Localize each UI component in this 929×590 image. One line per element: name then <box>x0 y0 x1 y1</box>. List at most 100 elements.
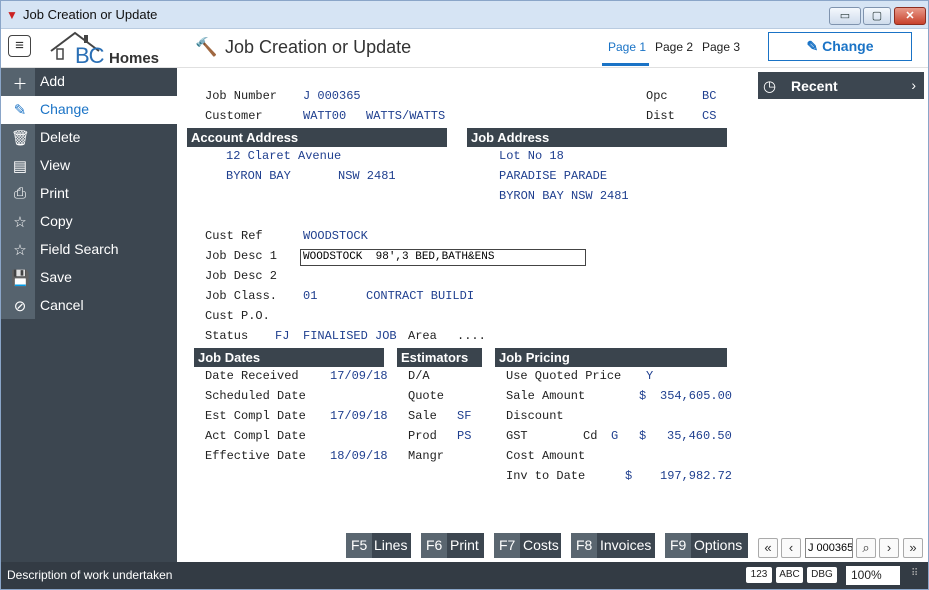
plus-icon: ＋ <box>12 76 28 93</box>
sale-amount-currency: $ <box>639 389 647 403</box>
first-record-button[interactable]: « <box>758 538 778 558</box>
est-compl-date-value[interactable]: 17/09/18 <box>330 409 388 423</box>
status-label: Status <box>205 329 249 343</box>
page-title: Job Creation or Update <box>225 37 412 57</box>
sidebar-item-view[interactable]: ▤ View <box>1 152 177 180</box>
next-record-button[interactable]: › <box>879 538 899 558</box>
app-window: ▼ Job Creation or Update ▭ ▢ ✕ ≡ BC Home… <box>0 0 929 590</box>
estimator-prod-value[interactable]: PS <box>457 429 471 443</box>
zoom-select[interactable]: 100% ⌄ <box>846 566 900 589</box>
resize-grip-icon[interactable]: ⠿ <box>911 568 918 579</box>
sidebar-item-save[interactable]: 💾 Save <box>1 264 177 292</box>
use-quoted-price-label: Use Quoted Price <box>506 369 622 383</box>
bc-homes-logo: BC Homes <box>48 29 168 68</box>
window-title: Job Creation or Update <box>23 7 158 22</box>
f5-lines-button[interactable]: F5 Lines <box>346 533 411 558</box>
sale-amount-label: Sale Amount <box>506 389 586 403</box>
search-icon[interactable]: ⌕ <box>856 538 876 558</box>
dist-value[interactable]: CS <box>702 109 716 123</box>
job-class-code[interactable]: 01 <box>303 289 317 303</box>
minimize-button[interactable]: ▭ <box>829 7 861 25</box>
status-bar: Description of work undertaken 123 ABC D… <box>1 562 928 589</box>
hammer-icon: 🔨 <box>195 37 218 57</box>
prev-record-button[interactable]: ‹ <box>781 538 801 558</box>
status-text: Description of work undertaken <box>7 568 173 582</box>
menu-button[interactable]: ≡ <box>8 35 31 57</box>
estimators-header: Estimators <box>397 348 482 367</box>
edit-icon: ✎ <box>806 38 823 54</box>
gst-currency: $ <box>639 429 647 443</box>
printer-icon: ⎙ <box>13 185 26 202</box>
f8-invoices-button[interactable]: F8 Invoices <box>571 533 655 558</box>
cust-ref-label: Cust Ref <box>205 229 263 243</box>
area-value[interactable]: .... <box>457 329 486 343</box>
tab-page-1[interactable]: Page 1 <box>608 40 646 54</box>
job-address-line3[interactable]: BYRON BAY NSW 2481 <box>499 189 629 203</box>
cust-po-label: Cust P.O. <box>205 309 270 323</box>
record-number-input[interactable]: J 000365 <box>805 538 853 558</box>
act-compl-date-label: Act Compl Date <box>205 429 306 443</box>
cost-amount-label: Cost Amount <box>506 449 586 463</box>
sidebar-item-change[interactable]: ✎ Change <box>1 96 177 124</box>
estimator-sale-label: Sale <box>408 409 437 423</box>
star-icon: ☆ <box>13 214 27 231</box>
use-quoted-price-value[interactable]: Y <box>646 369 653 383</box>
maximize-button[interactable]: ▢ <box>863 7 891 25</box>
sidebar-item-copy[interactable]: ☆ Copy <box>1 208 177 236</box>
job-address-line2[interactable]: PARADISE PARADE <box>499 169 607 183</box>
sidebar-item-add[interactable]: ＋ Add <box>1 68 177 96</box>
job-class-label: Job Class. <box>205 289 278 303</box>
job-class-name: CONTRACT BUILDI <box>366 289 475 303</box>
customer-label: Customer <box>205 109 263 123</box>
effective-date-value[interactable]: 18/09/18 <box>330 449 388 463</box>
cust-ref-value[interactable]: WOODSTOCK <box>303 229 368 243</box>
sidebar-item-field-search[interactable]: ☆ Field Search <box>1 236 177 264</box>
app-header: ≡ BC Homes 🔨 Job Creation or Update Page… <box>1 29 928 68</box>
account-address-city[interactable]: BYRON BAY <box>226 169 291 183</box>
date-received-label: Date Received <box>205 369 299 383</box>
job-dates-header: Job Dates <box>194 348 384 367</box>
close-button[interactable]: ✕ <box>894 7 926 25</box>
debug-mode-badge[interactable]: DBG <box>807 567 837 583</box>
account-address-state[interactable]: NSW 2481 <box>338 169 396 183</box>
f7-costs-button[interactable]: F7 Costs <box>494 533 561 558</box>
opc-value[interactable]: BC <box>702 89 716 103</box>
date-received-value[interactable]: 17/09/18 <box>330 369 388 383</box>
customer-name: WATTS/WATTS <box>366 109 446 123</box>
app-logo-icon: ▼ <box>6 8 18 22</box>
tab-page-3[interactable]: Page 3 <box>702 40 740 54</box>
job-address-line1[interactable]: Lot No 18 <box>499 149 564 163</box>
gst-cd-value[interactable]: G <box>611 429 618 443</box>
caps-mode-badge[interactable]: ABC <box>776 567 803 583</box>
sidebar-item-delete[interactable]: 🗑 Delete <box>1 124 177 152</box>
estimator-mangr-label: Mangr <box>408 449 445 463</box>
account-address-line1[interactable]: 12 Claret Avenue <box>226 149 341 163</box>
sale-amount-value[interactable]: 354,605.00 <box>660 389 732 403</box>
change-button[interactable]: ✎ Change <box>768 32 912 61</box>
last-record-button[interactable]: » <box>903 538 923 558</box>
customer-code[interactable]: WATT00 <box>303 109 346 123</box>
estimator-sale-value[interactable]: SF <box>457 409 471 423</box>
estimator-prod-label: Prod <box>408 429 437 443</box>
job-pricing-header: Job Pricing <box>495 348 727 367</box>
job-desc1-input[interactable]: WOODSTOCK 98',3 BED,BATH&ENS <box>300 249 586 266</box>
inv-to-date-currency: $ <box>625 469 633 483</box>
recent-panel[interactable]: ◷ Recent › <box>758 72 924 99</box>
sidebar-item-print[interactable]: ⎙ Print <box>1 180 177 208</box>
f9-options-button[interactable]: F9 Options <box>665 533 748 558</box>
job-number-value[interactable]: J 000365 <box>303 89 361 103</box>
gst-value[interactable]: 35,460.50 <box>667 429 732 443</box>
tab-page-2[interactable]: Page 2 <box>655 40 693 54</box>
title-bar: ▼ Job Creation or Update ▭ ▢ ✕ <box>1 1 928 29</box>
cancel-icon: ⊘ <box>13 298 27 315</box>
f6-print-button[interactable]: F6 Print <box>421 533 484 558</box>
numeric-mode-badge[interactable]: 123 <box>746 567 772 583</box>
discount-label: Discount <box>506 409 564 423</box>
edit-icon: ✎ <box>13 102 27 119</box>
sidebar-item-cancel[interactable]: ⊘ Cancel <box>1 292 177 320</box>
inv-to-date-value[interactable]: 197,982.72 <box>660 469 732 483</box>
job-address-header: Job Address <box>467 128 727 147</box>
active-tab-indicator <box>602 63 649 66</box>
status-code[interactable]: FJ <box>275 329 289 343</box>
job-desc2-label: Job Desc 2 <box>205 269 278 283</box>
